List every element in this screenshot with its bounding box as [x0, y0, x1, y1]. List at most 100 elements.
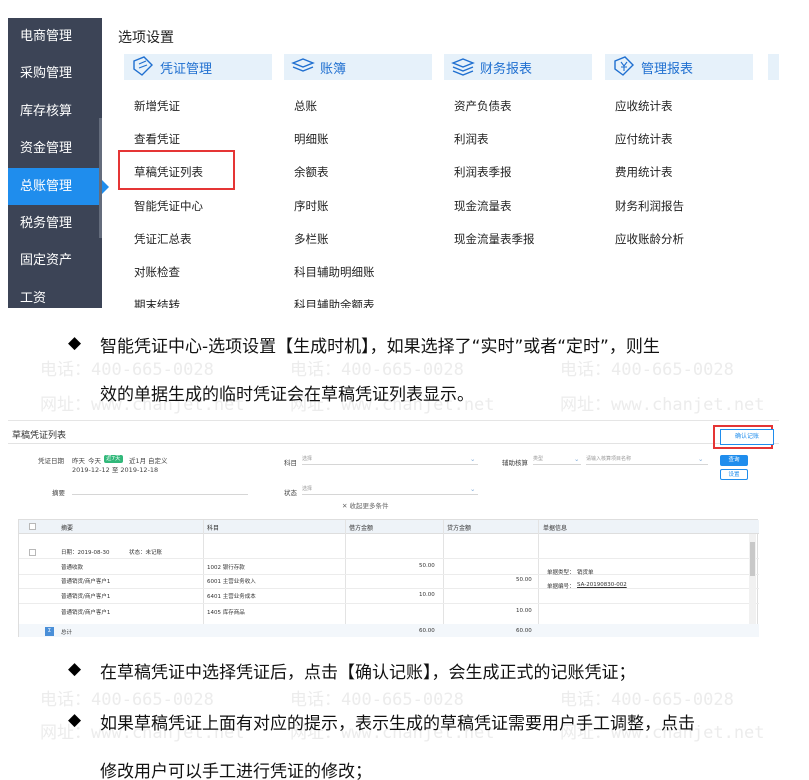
total-row: Σ 总计 60.00 60.00	[19, 624, 759, 637]
sidebar-item-ecommerce[interactable]: 电商管理	[8, 18, 102, 55]
menu-item-receivable-stats[interactable]: 应收统计表	[615, 98, 673, 114]
menu-item-detail-ledger[interactable]: 明细账	[294, 131, 329, 147]
total-debit: 60.00	[419, 628, 435, 634]
settings-button[interactable]: 设置	[720, 469, 748, 480]
total-label: 总计	[61, 630, 73, 636]
summary-filter-label: 摘要	[52, 489, 65, 497]
sidebar-item-inventory[interactable]: 库存核算	[8, 93, 102, 130]
doc-no-label: 单据编号：	[547, 584, 575, 590]
sidebar-item-fixed-assets[interactable]: 固定资产	[8, 242, 102, 279]
collapse-filters-link[interactable]: ✕ 收起更多条件	[342, 500, 389, 510]
table-row-debit: 10.00	[419, 592, 435, 598]
highlight-frame-draft-list	[118, 150, 235, 190]
column-header-subject: 科目	[207, 525, 220, 532]
menu-item-journal[interactable]: 序时账	[294, 198, 329, 214]
bullet-diamond-icon: ◆	[68, 710, 82, 730]
menu-header-label: 账簿	[320, 62, 347, 77]
date-range-value[interactable]: 2019-12-12 至 2019-12-18	[72, 464, 158, 474]
chevron-down-icon: ⌄	[470, 455, 476, 463]
menu-header-label: 财务报表	[480, 62, 533, 77]
menu-item-new-voucher[interactable]: 新增凭证	[134, 98, 180, 114]
chevron-down-icon: ⌄	[574, 455, 580, 463]
sidebar-item-general-ledger[interactable]: 总账管理	[8, 167, 109, 205]
menu-item-period-end-carryover[interactable]: 期末结转	[134, 297, 180, 308]
menu-header-partial	[768, 54, 779, 80]
subject-filter-label: 科目	[284, 459, 297, 467]
sidebar-nav: 电商管理 采购管理 库存核算 资金管理 总账管理 税务管理 固定资产 工资	[8, 18, 109, 308]
total-sum-icon: Σ	[45, 627, 54, 636]
menu-item-multi-column-ledger[interactable]: 多栏账	[294, 231, 329, 247]
chevron-down-icon: ⌄	[698, 455, 704, 463]
watermark-text: 电话：400-665-0028	[40, 360, 214, 380]
voucher-icon	[133, 56, 153, 76]
menu-item-profit-report[interactable]: 财务利润报告	[615, 198, 684, 214]
confirm-posting-button[interactable]: 确认记账	[720, 429, 774, 445]
total-credit: 60.00	[516, 628, 532, 634]
menu-item-voucher-summary[interactable]: 凭证汇总表	[134, 231, 192, 247]
menu-item-balance-sheet[interactable]: 资产负债表	[454, 98, 512, 114]
menu-item-balance-sheet-ledger[interactable]: 余额表	[294, 164, 329, 180]
menu-item-smart-voucher-center[interactable]: 智能凭证中心	[134, 198, 203, 214]
menu-header-voucher: 凭证管理	[124, 54, 272, 80]
sidebar-item-tax[interactable]: 税务管理	[8, 205, 102, 242]
sidebar-item-funds[interactable]: 资金管理	[8, 130, 102, 167]
column-header-debit: 借方金额	[349, 525, 374, 532]
menu-item-aux-balance[interactable]: 科目辅助余额表	[294, 297, 375, 308]
table-header: 摘要 科目 借方金额 贷方金额 单据信息	[19, 520, 759, 534]
menu-item-income-quarterly[interactable]: 利润表季报	[454, 164, 512, 180]
menu-item-receivable-aging[interactable]: 应收账龄分析	[615, 231, 684, 247]
title-divider	[8, 443, 779, 444]
table-row-summary: 普通销货/商户客户1	[61, 594, 111, 600]
subject-select[interactable]: 选择	[302, 455, 478, 465]
status-select[interactable]: 选择	[302, 485, 478, 495]
menu-item-view-voucher[interactable]: 查看凭证	[134, 131, 180, 147]
sidebar-item-purchase[interactable]: 采购管理	[8, 55, 102, 92]
table-row-summary: 普通销货/商户客户1	[61, 610, 111, 616]
menu-header-ledger: 账簿	[284, 54, 432, 80]
table-row-subject: 1002 银行存款	[207, 565, 245, 571]
search-button[interactable]: 查询	[720, 455, 748, 466]
watermark-text: 电话：400-665-0028	[290, 360, 464, 380]
sidebar-scrollbar[interactable]	[99, 118, 102, 238]
summary-input[interactable]	[72, 485, 248, 495]
column-header-doc-info: 单据信息	[543, 525, 568, 532]
menu-item-reconcile-check[interactable]: 对账检查	[134, 264, 180, 280]
aux-item-input[interactable]: 请输入核算项目名称	[586, 455, 708, 465]
table-row-summary: 普通销货/商户客户1	[61, 579, 111, 585]
column-divider	[443, 520, 444, 637]
paragraph-1-line-1: 智能凭证中心-选项设置【生成时机】，如果选择了“实时”或者“定时”，则生	[100, 337, 660, 357]
page-title: 草稿凭证列表	[12, 431, 67, 441]
menu-item-income-statement[interactable]: 利润表	[454, 131, 489, 147]
select-all-checkbox[interactable]	[29, 523, 36, 530]
sidebar-item-payroll[interactable]: 工资	[8, 280, 102, 308]
draft-voucher-list-panel: 草稿凭证列表 确认记账 凭证日期 昨天 今天 近7天 近1月 自定义 2019-…	[8, 420, 779, 637]
paragraph-2: 在草稿凭证中选择凭证后，点击【确认记账】，会生成正式的记账凭证；	[100, 663, 636, 683]
column-divider	[203, 520, 204, 637]
date-option-last-7-days[interactable]: 近7天	[104, 455, 123, 463]
yen-report-icon	[614, 56, 634, 76]
table-row-subject: 6401 主营业务成本	[207, 594, 256, 600]
menu-item-expense-stats[interactable]: 费用统计表	[615, 164, 673, 180]
group-status: 状态：未记账	[129, 550, 163, 556]
paragraph-3-line-1: 如果草稿凭证上面有对应的提示，表示生成的草稿凭证需要用户手工调整，点击	[100, 714, 695, 734]
options-title: 选项设置	[118, 30, 174, 46]
collapse-icon: ✕	[342, 502, 350, 510]
doc-no-link[interactable]: SA-20190830-002	[577, 582, 627, 588]
menu-item-payable-stats[interactable]: 应付统计表	[615, 131, 673, 147]
menu-header-label: 凭证管理	[160, 62, 213, 77]
menu-item-cash-flow[interactable]: 现金流量表	[454, 198, 512, 214]
table-row-subject: 6001 主营业务收入	[207, 579, 256, 585]
ledger-icon	[291, 58, 315, 72]
row-divider	[19, 588, 759, 589]
chevron-down-icon: ⌄	[470, 485, 476, 493]
menu-header-financial-reports: 财务报表	[444, 54, 592, 80]
menu-header-label: 管理报表	[641, 62, 694, 77]
doc-type-label: 单据类型：	[547, 570, 575, 576]
row-checkbox[interactable]	[29, 549, 36, 556]
menu-item-aux-detail-ledger[interactable]: 科目辅助明细账	[294, 264, 375, 280]
table-row-subject: 1405 库存商品	[207, 610, 245, 616]
menu-item-cash-flow-quarterly[interactable]: 现金流量表季报	[454, 231, 535, 247]
menu-item-general-ledger[interactable]: 总账	[294, 98, 317, 114]
table-scrollbar-thumb[interactable]	[750, 542, 755, 576]
bullet-diamond-icon: ◆	[68, 333, 82, 353]
